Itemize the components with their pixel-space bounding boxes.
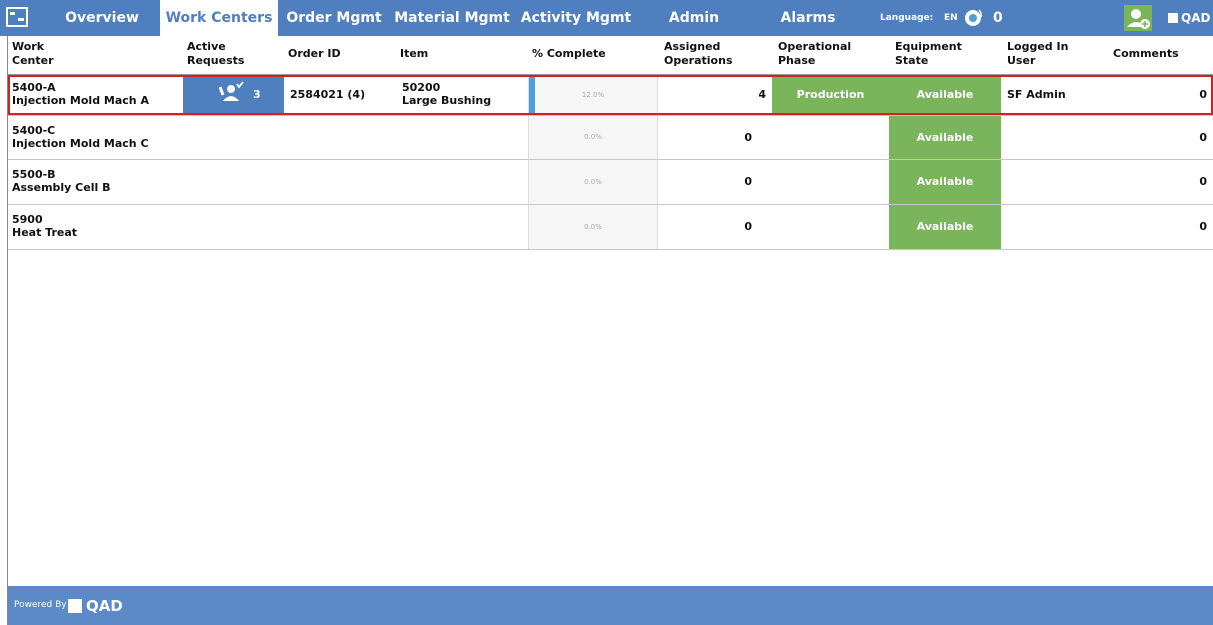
header-text: Active xyxy=(187,40,226,53)
progress-fill xyxy=(529,75,535,115)
item-code: 50200 xyxy=(402,81,441,94)
work-center-cell: 5900 Heat Treat xyxy=(8,205,183,245)
wc-name: Assembly Cell B xyxy=(12,181,111,194)
item-name: Large Bushing xyxy=(402,94,492,107)
tab-alarms[interactable]: Alarms xyxy=(750,0,866,36)
powered-by-text: Powered By xyxy=(14,600,67,610)
work-center-cell: 5400-A Injection Mold Mach A xyxy=(8,75,183,113)
comments-cell[interactable]: 0 xyxy=(1105,205,1213,249)
comments-cell[interactable]: 0 xyxy=(1105,160,1213,204)
brand-text: QAD xyxy=(1181,11,1211,25)
equipment-state-cell[interactable]: Available xyxy=(889,75,1001,115)
header-text: State xyxy=(895,54,929,67)
wc-code: 5500-B xyxy=(12,168,56,181)
comments-cell[interactable]: 0 xyxy=(1105,116,1213,159)
comments-cell[interactable]: 0 xyxy=(1105,75,1213,115)
progress-cell: 0.0% xyxy=(528,116,658,159)
table-row[interactable]: 5400-A Injection Mold Mach A 3 2584021 (4… xyxy=(8,75,1213,116)
equipment-state-cell[interactable]: Available xyxy=(889,205,1001,249)
table-row[interactable]: 5900 Heat Treat 0.0% 0 Available 0 xyxy=(8,205,1213,250)
assigned-operations-cell: 4 xyxy=(758,88,766,101)
tab-work-centers[interactable]: Work Centers xyxy=(160,0,278,36)
header-work-center[interactable]: Work Center xyxy=(8,36,183,72)
header-text: Logged In xyxy=(1007,40,1069,53)
progress-cell: 0.0% xyxy=(528,205,658,249)
wc-code: 5400-C xyxy=(12,124,56,137)
assigned-operations-cell: 0 xyxy=(744,131,752,144)
tab-material-mgmt[interactable]: Material Mgmt xyxy=(390,0,514,36)
request-count: 3 xyxy=(253,88,261,101)
header-text: Center xyxy=(12,54,54,67)
language-value[interactable]: EN xyxy=(944,0,958,36)
header-text: Work xyxy=(12,40,45,53)
assigned-operations-cell: 0 xyxy=(744,175,752,188)
progress-text: 0.0% xyxy=(584,223,602,231)
wc-name: Heat Treat xyxy=(12,226,78,239)
workcenter-logo-icon[interactable] xyxy=(6,6,28,28)
raised-hand-icon xyxy=(219,81,244,101)
header-text: Requests xyxy=(187,54,245,67)
qad-mark-icon xyxy=(1168,13,1178,23)
header-text: Assigned xyxy=(664,40,721,53)
footer-brand-text: QAD xyxy=(86,597,123,615)
order-id-cell[interactable]: 2584021 (4) xyxy=(284,75,396,115)
active-requests-cell[interactable]: 3 xyxy=(183,75,284,115)
qad-mark-icon xyxy=(68,599,82,613)
brand-logo: QAD xyxy=(1168,0,1210,36)
footer-brand-logo: QAD xyxy=(68,597,123,615)
wc-code: 5900 xyxy=(12,213,43,226)
progress-cell: 0.0% xyxy=(528,160,658,204)
work-center-cell: 5400-C Injection Mold Mach C xyxy=(8,116,183,156)
header-comments[interactable]: Comments xyxy=(1105,36,1213,72)
logged-in-user-cell: SF Admin xyxy=(1007,88,1066,101)
operational-phase-cell[interactable]: Production xyxy=(772,75,889,115)
assigned-operations-cell: 0 xyxy=(744,220,752,233)
table-row[interactable]: 5400-C Injection Mold Mach C 0.0% 0 Avail… xyxy=(8,116,1213,160)
progress-text: 12.0% xyxy=(581,91,605,99)
wc-name: Injection Mold Mach C xyxy=(12,137,149,150)
header-pct-complete[interactable]: % Complete xyxy=(528,36,658,72)
top-nav: Overview Work Centers Order Mgmt Materia… xyxy=(0,0,1213,36)
tab-overview[interactable]: Overview xyxy=(44,0,160,36)
header-text: Phase xyxy=(778,54,816,67)
alarm-count: 0 xyxy=(993,10,1003,26)
equipment-state-cell[interactable]: Available xyxy=(889,160,1001,204)
header-item[interactable]: Item xyxy=(396,36,528,72)
tab-admin[interactable]: Admin xyxy=(638,0,750,36)
wc-code: 5400-A xyxy=(12,81,56,94)
progress-cell: 12.0% xyxy=(528,75,658,115)
header-operational-phase[interactable]: Operational Phase xyxy=(772,36,889,72)
wc-name: Injection Mold Mach A xyxy=(12,94,149,107)
table-row[interactable]: 5500-B Assembly Cell B 0.0% 0 Available 0 xyxy=(8,160,1213,205)
work-center-cell: 5500-B Assembly Cell B xyxy=(8,160,183,200)
header-active-requests[interactable]: Active Requests xyxy=(183,36,284,72)
header-text: Operational xyxy=(778,40,852,53)
tab-order-mgmt[interactable]: Order Mgmt xyxy=(278,0,390,36)
item-cell: 50200 Large Bushing xyxy=(396,75,528,113)
language-label: Language: xyxy=(880,13,934,23)
tab-activity-mgmt[interactable]: Activity Mgmt xyxy=(514,0,638,36)
header-order-id[interactable]: Order ID xyxy=(284,36,396,72)
footer-bar: Powered By QAD xyxy=(8,586,1213,625)
table-header-row: Work Center Active Requests Order ID Item … xyxy=(8,36,1213,75)
header-equipment-state[interactable]: Equipment State xyxy=(889,36,1001,72)
progress-text: 0.0% xyxy=(584,178,602,186)
equipment-state-cell[interactable]: Available xyxy=(889,116,1001,159)
alarm-bell-icon[interactable] xyxy=(963,8,983,28)
header-text: Equipment xyxy=(895,40,962,53)
progress-text: 0.0% xyxy=(584,133,602,141)
add-user-icon[interactable] xyxy=(1124,5,1152,31)
header-text: User xyxy=(1007,54,1036,67)
header-logged-in-user[interactable]: Logged In User xyxy=(1001,36,1105,72)
header-assigned-operations[interactable]: Assigned Operations xyxy=(658,36,772,72)
header-text: Operations xyxy=(664,54,733,67)
